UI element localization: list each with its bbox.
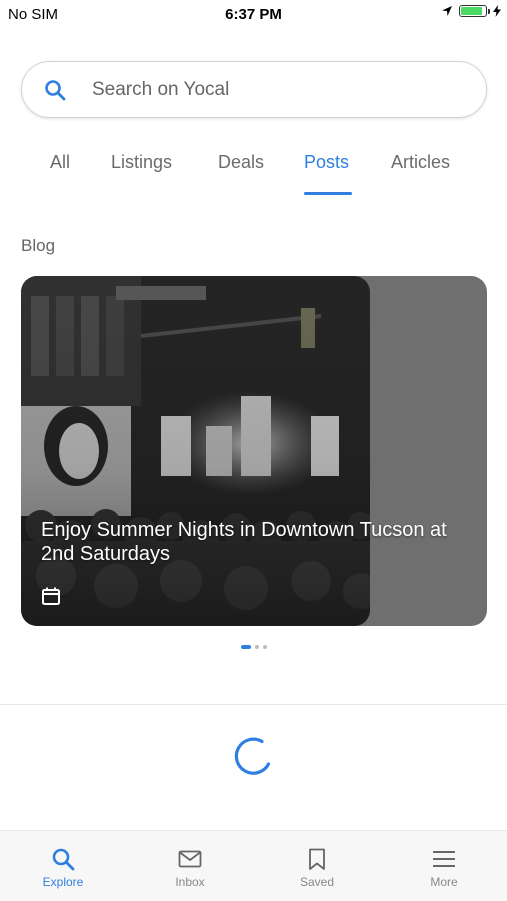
pagination-dot[interactable]	[240, 645, 251, 649]
nav-more[interactable]: More	[381, 831, 507, 901]
status-bar: No SIM 6:37 PM	[0, 0, 507, 28]
status-indicators	[441, 5, 501, 17]
carousel-pagination	[0, 645, 507, 649]
card-title[interactable]: Enjoy Summer Nights in Downtown Tucson a…	[41, 518, 481, 566]
concert-photo	[21, 276, 370, 626]
blog-carousel[interactable]: Enjoy Summer Nights in Downtown Tucson a…	[21, 276, 487, 626]
nav-saved[interactable]: Saved	[254, 831, 380, 901]
charging-bolt-icon	[493, 5, 501, 17]
bottom-navigation: Explore Inbox Saved More	[0, 830, 507, 901]
battery-tip	[488, 9, 490, 14]
filter-tabs: All Listings Deals Posts Articles	[0, 152, 507, 202]
loading-spinner-icon	[234, 737, 271, 775]
tab-posts[interactable]: Posts	[304, 152, 349, 173]
divider	[0, 704, 507, 705]
tab-all[interactable]: All	[50, 152, 70, 173]
search-icon	[52, 848, 75, 871]
calendar-icon	[42, 587, 60, 605]
nav-explore-label: Explore	[42, 875, 84, 889]
tab-deals[interactable]: Deals	[218, 152, 264, 173]
card-photo[interactable]	[21, 276, 370, 626]
search-input[interactable]	[90, 77, 434, 102]
nav-more-label: More	[430, 875, 458, 889]
location-arrow-icon	[442, 6, 452, 16]
tab-articles[interactable]: Articles	[391, 152, 450, 173]
mail-icon	[178, 850, 202, 868]
active-tab-indicator	[304, 192, 352, 195]
section-title: Blog	[21, 236, 56, 255]
nav-inbox-label: Inbox	[175, 875, 205, 889]
pagination-dot[interactable]	[254, 645, 259, 649]
nav-explore[interactable]: Explore	[0, 831, 126, 901]
menu-icon	[433, 851, 455, 867]
nav-saved-label: Saved	[299, 875, 335, 889]
nav-inbox[interactable]: Inbox	[127, 831, 253, 901]
pagination-dot[interactable]	[262, 645, 267, 649]
bookmark-icon	[309, 848, 325, 870]
status-time: 6:37 PM	[225, 6, 282, 23]
search-icon	[45, 79, 66, 100]
battery-icon	[459, 5, 490, 17]
tab-listings[interactable]: Listings	[111, 152, 172, 173]
search-bar[interactable]	[21, 61, 487, 118]
battery-level	[461, 7, 482, 15]
